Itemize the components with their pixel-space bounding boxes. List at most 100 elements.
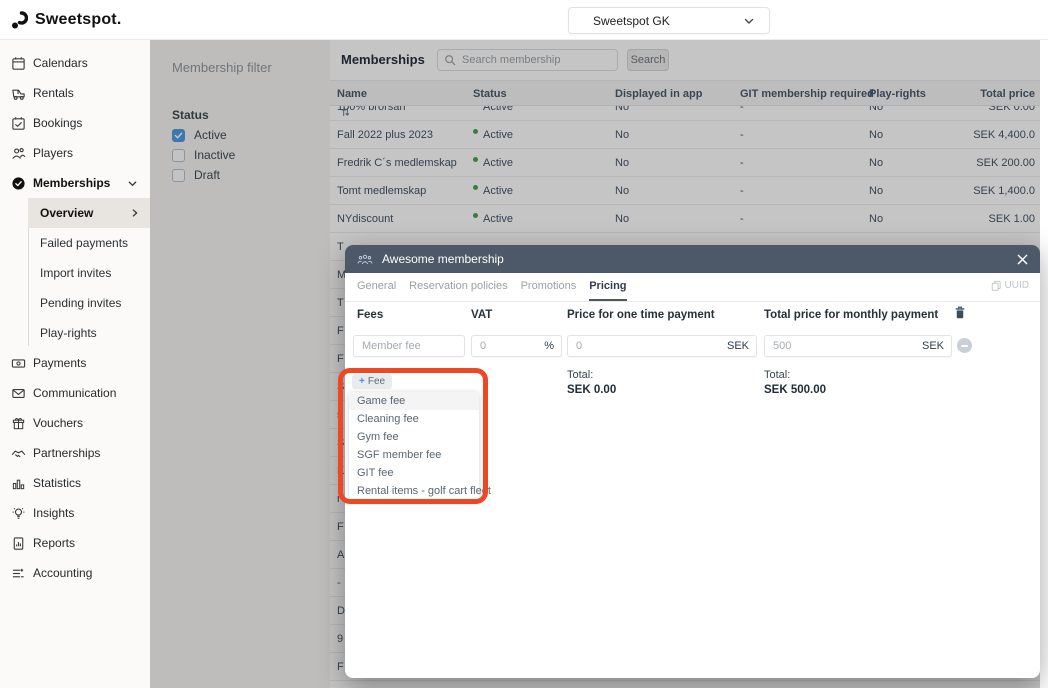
fee-option-game-fee[interactable]: Game fee <box>349 392 479 410</box>
sidebar-item-accounting[interactable]: Accounting <box>0 558 150 588</box>
col-monthly: Total price for monthly payment <box>764 309 938 321</box>
vat-input[interactable] <box>472 340 544 352</box>
sidebar-subitem-failed-payments[interactable]: Failed payments <box>28 228 150 258</box>
sidebar-subitem-label: Play-rights <box>40 326 97 340</box>
sidebar-item-vouchers[interactable]: Vouchers <box>0 408 150 438</box>
sidebar-item-label: Reports <box>33 536 75 550</box>
fee-name-input-box[interactable] <box>353 335 465 357</box>
fee-option-cleaning-fee[interactable]: Cleaning fee <box>349 410 479 428</box>
sidebar-item-label: Statistics <box>33 476 81 490</box>
sidebar-subitem-label: Import invites <box>40 266 111 280</box>
sidebar-item-reports[interactable]: Reports <box>0 528 150 558</box>
sidebar-item-communication[interactable]: Communication <box>0 378 150 408</box>
vat-input-box[interactable]: % <box>471 335 562 357</box>
add-fee-button[interactable]: + Fee <box>352 374 392 389</box>
sidebar-subitem-label: Failed payments <box>40 236 128 250</box>
tab-general[interactable]: General <box>357 273 396 301</box>
monthly-price-input-box[interactable]: SEK <box>764 335 952 357</box>
memberships-submenu: Overview Failed payments Import invites … <box>0 198 150 348</box>
calendar-check-icon <box>10 115 26 131</box>
badge-check-icon <box>10 175 26 191</box>
calendar-icon <box>10 55 26 71</box>
report-document-icon <box>10 535 26 551</box>
col-fees: Fees <box>357 309 383 321</box>
sidebar-subitem-import-invites[interactable]: Import invites <box>28 258 150 288</box>
sidebar: Calendars Rentals Bookings Players Membe… <box>0 40 150 688</box>
sidebar-item-insights[interactable]: Insights <box>0 498 150 528</box>
uuid-label: UUID <box>1005 280 1029 291</box>
envelope-icon <box>10 385 26 401</box>
chevron-right-icon <box>130 208 140 218</box>
sidebar-item-label: Communication <box>33 386 116 400</box>
tab-pricing[interactable]: Pricing <box>589 273 626 301</box>
sidebar-item-label: Insights <box>33 506 74 520</box>
sidebar-item-rentals[interactable]: Rentals <box>0 78 150 108</box>
tab-reservation-policies[interactable]: Reservation policies <box>409 273 507 301</box>
lightbulb-icon <box>10 505 26 521</box>
sliders-icon <box>10 565 26 581</box>
sidebar-subitem-overview[interactable]: Overview <box>28 198 150 228</box>
monthly-price-input[interactable] <box>765 340 922 352</box>
copy-icon <box>991 280 1001 291</box>
sidebar-item-statistics[interactable]: Statistics <box>0 468 150 498</box>
sidebar-item-memberships[interactable]: Memberships <box>0 168 150 198</box>
chevron-down-icon <box>127 178 138 189</box>
sidebar-subitem-pending-invites[interactable]: Pending invites <box>28 288 150 318</box>
monthly-total: Total: SEK 500.00 <box>764 369 826 396</box>
sidebar-subitem-label: Pending invites <box>40 296 121 310</box>
sidebar-item-calendars[interactable]: Calendars <box>0 48 150 78</box>
one-time-price-input[interactable] <box>568 340 727 352</box>
fee-option-git-fee[interactable]: GIT fee <box>349 464 479 482</box>
modal-title: Awesome membership <box>382 252 504 266</box>
sidebar-subitem-label: Overview <box>40 206 93 220</box>
sidebar-item-partnerships[interactable]: Partnerships <box>0 438 150 468</box>
tab-promotions[interactable]: Promotions <box>521 273 577 301</box>
banknote-icon <box>10 355 26 371</box>
fee-row: % SEK SEK <box>345 335 1040 357</box>
one-time-total: Total: SEK 0.00 <box>567 369 616 396</box>
total-value: SEK 0.00 <box>567 384 616 396</box>
sidebar-item-label: Calendars <box>33 56 88 70</box>
fee-option-sgf-member-fee[interactable]: SGF member fee <box>349 446 479 464</box>
total-value: SEK 500.00 <box>764 384 826 396</box>
sidebar-item-label: Bookings <box>33 116 82 130</box>
golf-cart-icon <box>10 85 26 101</box>
col-vat: VAT <box>471 309 492 321</box>
sidebar-item-players[interactable]: Players <box>0 138 150 168</box>
fee-option-rental-items[interactable]: Rental items - golf cart fleet <box>349 482 479 500</box>
fee-type-dropdown: Game fee Cleaning fee Gym fee SGF member… <box>349 392 479 500</box>
logo-text: Sweetspot. <box>35 11 121 29</box>
sidebar-item-label: Payments <box>33 356 86 370</box>
fee-option-gym-fee[interactable]: Gym fee <box>349 428 479 446</box>
uuid-button[interactable]: UUID <box>991 280 1029 291</box>
sek-suffix: SEK <box>727 340 756 352</box>
sidebar-item-label: Partnerships <box>33 446 100 460</box>
total-label: Total: <box>567 369 616 381</box>
players-icon <box>10 145 26 161</box>
users-group-icon <box>357 253 373 266</box>
sidebar-item-bookings[interactable]: Bookings <box>0 108 150 138</box>
sidebar-item-label: Accounting <box>33 566 92 580</box>
fee-name-input[interactable] <box>354 340 464 352</box>
sek-suffix: SEK <box>922 340 951 352</box>
club-selector-dropdown[interactable]: Sweetspot GK <box>568 7 770 34</box>
col-one-time: Price for one time payment <box>567 309 715 321</box>
sidebar-item-label: Vouchers <box>33 416 83 430</box>
plus-icon: + <box>359 376 365 387</box>
close-icon[interactable] <box>1017 254 1028 265</box>
sidebar-item-label: Players <box>33 146 73 160</box>
sweetspot-logo-icon <box>10 11 28 29</box>
pricing-column-headers: Fees VAT Price for one time payment Tota… <box>345 309 1040 325</box>
sidebar-item-payments[interactable]: Payments <box>0 348 150 378</box>
total-label: Total: <box>764 369 826 381</box>
remove-fee-icon[interactable] <box>957 338 972 353</box>
modal-tabs: General Reservation policies Promotions … <box>345 273 1040 302</box>
topbar: Sweetspot. Sweetspot GK <box>0 0 1048 40</box>
trash-icon[interactable] <box>953 305 967 320</box>
sidebar-item-label: Memberships <box>33 176 110 190</box>
handshake-icon <box>10 445 26 461</box>
gift-icon <box>10 415 26 431</box>
one-time-price-input-box[interactable]: SEK <box>567 335 757 357</box>
sidebar-subitem-play-rights[interactable]: Play-rights <box>28 318 150 348</box>
bar-chart-icon <box>10 475 26 491</box>
